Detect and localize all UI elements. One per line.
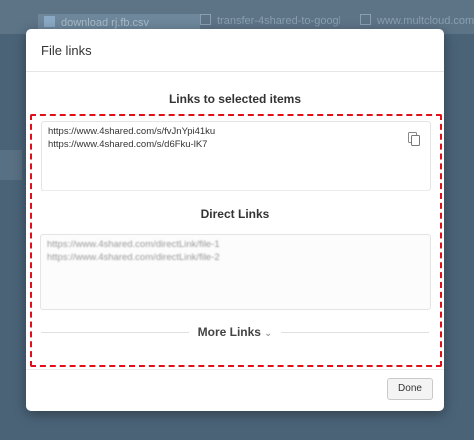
done-button[interactable]: Done	[387, 378, 433, 400]
link-item[interactable]: https://www.4shared.com/s/d6Fku-lK7	[42, 138, 215, 151]
file-name: www.multcloud.com_20	[377, 15, 474, 27]
checkbox	[200, 14, 211, 25]
direct-links-list: https://www.4shared.com/directLink/file-…	[41, 238, 220, 264]
checkbox	[360, 14, 371, 25]
file-name: transfer-4shared-to-google-	[217, 15, 340, 27]
divider	[41, 190, 429, 191]
background-panel	[0, 150, 22, 180]
links-list: https://www.4shared.com/s/fvJnYpi41ku ht…	[42, 125, 215, 151]
direct-links-title: Direct Links	[200, 207, 270, 221]
file-name: download rj.fb.csv	[61, 17, 150, 29]
checkbox	[44, 16, 55, 27]
file-links-dialog: File links Links to selected items https…	[26, 29, 444, 411]
more-links-row: More Links ⌄	[41, 325, 429, 339]
dialog-header: File links	[26, 29, 444, 72]
link-item[interactable]: https://www.4shared.com/s/fvJnYpi41ku	[42, 125, 215, 138]
links-textarea[interactable]: https://www.4shared.com/s/fvJnYpi41ku ht…	[41, 121, 431, 191]
more-links-toggle[interactable]: More Links ⌄	[41, 325, 429, 339]
dialog-title: File links	[41, 43, 92, 58]
chevron-down-icon: ⌄	[263, 328, 273, 339]
copy-icon[interactable]	[408, 132, 420, 146]
dialog-footer-divider	[26, 369, 444, 370]
links-section-title: Links to selected items	[168, 92, 302, 106]
direct-link-item[interactable]: https://www.4shared.com/directLink/file-…	[41, 238, 220, 251]
direct-link-item[interactable]: https://www.4shared.com/directLink/file-…	[41, 251, 220, 264]
direct-links-textarea[interactable]: https://www.4shared.com/directLink/file-…	[40, 234, 431, 310]
more-links-label: More Links	[197, 325, 261, 339]
